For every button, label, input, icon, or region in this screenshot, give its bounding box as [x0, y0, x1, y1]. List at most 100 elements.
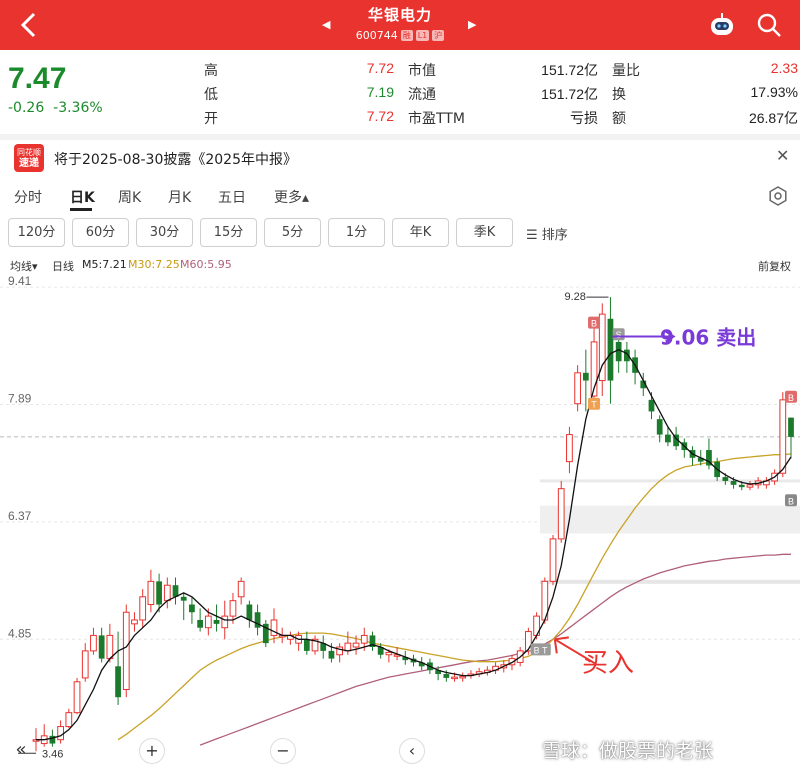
value-amount: 26.87亿: [748, 110, 798, 126]
candle-body: [172, 585, 179, 597]
watermark: 雪球：做股票的老张: [542, 740, 714, 762]
tag-market: 沪: [432, 30, 445, 41]
candle-body: [549, 538, 557, 582]
label-amount: 额: [612, 111, 626, 127]
candle-body: [246, 604, 253, 620]
back-button[interactable]: [18, 10, 48, 40]
tab-monthly-k[interactable]: 月K: [168, 187, 191, 207]
plus-icon: +: [145, 741, 159, 760]
t-marker-label: T: [591, 400, 597, 410]
value-high: 7.72: [366, 60, 394, 76]
interval-120min[interactable]: 120分: [8, 218, 65, 247]
candle-body: [615, 341, 622, 362]
interval-15min[interactable]: 15分: [200, 218, 257, 247]
zoom-in-button[interactable]: +: [139, 738, 165, 764]
t-marker-label: T: [542, 645, 548, 655]
candle-body: [574, 372, 582, 405]
candle-body: [344, 642, 352, 652]
interval-30min[interactable]: 30分: [136, 218, 193, 247]
quote-panel: 7.47 -0.26 -3.36% 高 7.72 市值 151.72亿 量比 2…: [0, 52, 800, 132]
interval-5min[interactable]: 5分: [264, 218, 321, 247]
period-tabs: 分时 日K 周K 月K 五日 更多▴: [0, 180, 800, 212]
candle-body: [73, 681, 81, 714]
buy-marker-label: B: [788, 496, 794, 506]
value-market-cap: 151.72亿: [541, 62, 598, 78]
last-price: 7.47: [8, 62, 67, 95]
candle-body: [163, 584, 171, 602]
candle-body: [459, 675, 467, 679]
candle-body: [607, 318, 614, 381]
candle-body: [443, 674, 450, 678]
candle-body: [360, 634, 368, 644]
news-logo-line1: 同花顺: [17, 148, 41, 157]
tab-weekly-k[interactable]: 周K: [118, 187, 141, 207]
candle-body: [115, 666, 121, 698]
search-icon[interactable]: [756, 12, 782, 38]
candle-body: [197, 619, 204, 628]
tab-daily-k[interactable]: 日K: [70, 187, 95, 207]
buy-note: 买入: [582, 648, 634, 678]
shaded-zone: [540, 505, 800, 534]
ma5-label: M5:7.21: [82, 258, 127, 271]
candle-body: [722, 477, 729, 481]
interval-yearly-k[interactable]: 年K: [392, 218, 449, 247]
value-float-cap: 151.72亿: [541, 86, 598, 102]
interval-quarterly-k[interactable]: 季K: [456, 218, 513, 247]
sort-label: 排序: [541, 228, 568, 243]
tab-five-day[interactable]: 五日: [218, 187, 246, 207]
sell-note: 9.06 卖出: [660, 326, 756, 350]
candle-body: [131, 619, 138, 625]
notice-bar[interactable]: 同花顺 速递 将于2025-08-30披露《2025年中报》 ✕: [0, 140, 800, 176]
candle-body: [385, 651, 393, 656]
notice-text: 将于2025-08-30披露《2025年中报》: [54, 152, 297, 168]
robot-icon[interactable]: [708, 12, 736, 38]
active-tab-indicator: [70, 208, 92, 211]
interval-1min[interactable]: 1分: [328, 218, 385, 247]
news-logo-line2: 速递: [19, 158, 39, 169]
candle-body: [328, 650, 335, 659]
candle-body: [237, 580, 245, 598]
high-marker-label: 9.28: [564, 291, 585, 303]
sell-marker-label: S: [616, 330, 622, 340]
close-icon[interactable]: ✕: [776, 146, 789, 165]
candle-body: [106, 634, 114, 660]
change-amount: -0.26: [8, 100, 45, 116]
value-volume-ratio: 2.33: [770, 60, 798, 76]
candle-body: [156, 581, 162, 605]
label-high: 高: [204, 63, 218, 79]
candle-body: [180, 596, 187, 601]
settings-icon[interactable]: [768, 186, 788, 206]
sort-button[interactable]: ☰ 排序: [526, 224, 568, 243]
candle-body: [582, 372, 589, 381]
candle-body: [189, 604, 195, 613]
ma60-label: M60:5.95: [180, 258, 232, 271]
value-pe-ttm: 亏损: [570, 110, 598, 126]
candle-body: [788, 417, 794, 437]
stock-code: 600744: [355, 29, 398, 42]
candle-body: [746, 484, 754, 488]
label-turnover: 换: [612, 87, 626, 103]
candle-body: [147, 580, 155, 606]
next-stock-button[interactable]: ▶: [468, 18, 476, 31]
candle-body: [779, 399, 787, 474]
tab-intraday[interactable]: 分时: [14, 187, 42, 207]
adjust-select[interactable]: 前复权: [758, 258, 791, 274]
zoom-out-button[interactable]: −: [270, 738, 296, 764]
interval-tabs: 120分 60分 30分 15分 5分 1分 年K 季K ☰ 排序: [0, 216, 800, 250]
label-market-cap: 市值: [408, 63, 436, 79]
candle-body: [730, 480, 737, 485]
interval-60min[interactable]: 60分: [72, 218, 129, 247]
double-chevron-left-icon[interactable]: «: [8, 738, 34, 764]
change-percent: -3.36%: [53, 100, 103, 116]
label-low: 低: [204, 87, 218, 103]
prev-page-button[interactable]: ‹: [399, 738, 425, 764]
indicator-select[interactable]: 均线▾: [10, 258, 38, 274]
minus-icon: −: [276, 741, 290, 760]
stock-title: 华银电力 600744 融 L1 沪: [320, 4, 480, 42]
kline-chart[interactable]: 9.41 7.89 6.37 4.85 9.28 3.46 B S T B T B B 9.06 卖出 买入: [0, 274, 800, 771]
tab-more[interactable]: 更多▴: [274, 187, 309, 207]
price-change: -0.26 -3.36%: [8, 100, 103, 116]
y-axis-label: 7.89: [8, 391, 32, 405]
candle-body: [525, 631, 532, 652]
candle-body: [65, 712, 73, 728]
